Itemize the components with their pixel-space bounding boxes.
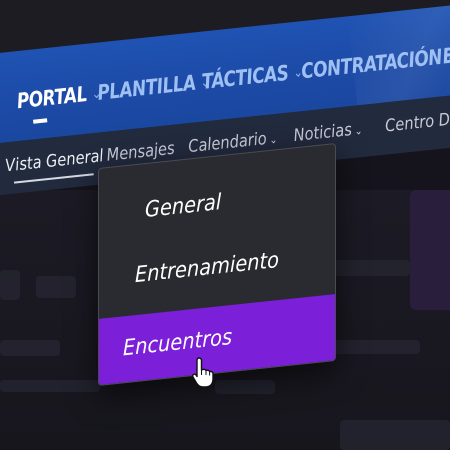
sub-nav-item-vista-general[interactable]: Vista General	[4, 146, 104, 176]
chevron-down-icon: ⌄	[268, 132, 278, 147]
active-underline	[33, 118, 48, 124]
nav-item-plantilla[interactable]: PLANTILLA ⌄	[96, 69, 210, 105]
chevron-down-icon: ⌄	[353, 123, 364, 138]
dropdown-item-general[interactable]: General	[99, 166, 335, 241]
sub-nav-item-noticias[interactable]: Noticias⌄	[293, 119, 364, 146]
hand-pointer-icon	[192, 357, 214, 388]
screen: PORTAL ⌄ PLANTILLA ⌄ TÁCTICAS ⌄ CONTRATACIÓ…	[0, 0, 450, 450]
sub-nav-item-centro-de[interactable]: Centro De	[384, 109, 450, 137]
nav-item-portal[interactable]: PORTAL ⌄	[16, 81, 102, 113]
dropdown-item-entrenamiento[interactable]: Entrenamiento	[99, 230, 335, 305]
calendar-dropdown-menu: General Entrenamiento Encuentros	[98, 142, 336, 386]
active-underline	[13, 173, 94, 184]
nav-item-e[interactable]: E	[441, 44, 450, 69]
nav-item-tacticas[interactable]: TÁCTICAS ⌄	[201, 59, 304, 94]
